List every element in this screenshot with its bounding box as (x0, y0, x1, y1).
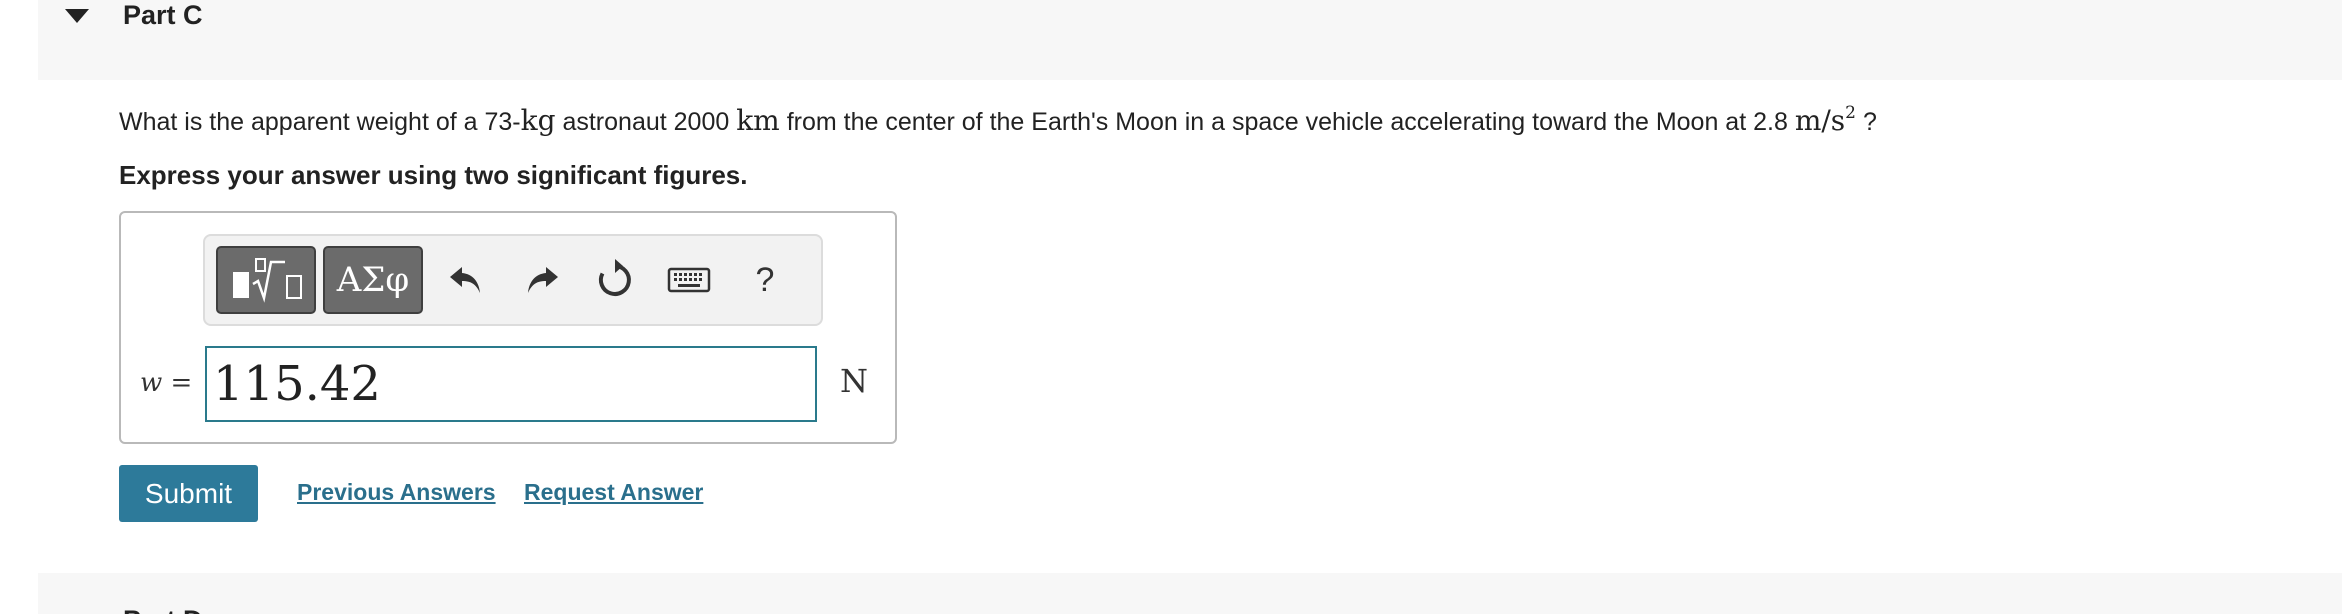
templates-button[interactable] (216, 246, 316, 314)
symbols-button[interactable]: ΑΣφ (323, 246, 423, 314)
answer-input[interactable]: 115.42 (205, 346, 817, 422)
undo-icon (450, 267, 480, 293)
collapse-toggle[interactable] (62, 4, 92, 28)
reset-icon (598, 259, 631, 296)
acceleration-unit-base: m/s (1794, 104, 1846, 137)
variable-symbol: w (140, 368, 163, 398)
question-text-part: from the center of the Earth's Moon in a… (779, 108, 1795, 136)
templates-icon (233, 258, 302, 303)
redo-icon (528, 267, 558, 293)
caret-down-icon (65, 9, 89, 23)
undo-button[interactable] (438, 252, 494, 308)
acceleration-unit: m/s2 (1795, 104, 1856, 137)
keyboard-icon (667, 267, 711, 293)
help-button[interactable]: ? (737, 252, 793, 308)
answer-unit: N (840, 362, 868, 400)
question-text-part: What is the apparent weight of a 73- (119, 108, 521, 136)
question-text-part: astronaut 2000 (555, 108, 737, 136)
question-text: What is the apparent weight of a 73-kg a… (119, 104, 1877, 137)
answer-variable-label: w = (140, 368, 192, 398)
part-header (38, 0, 2342, 80)
request-answer-link[interactable]: Request Answer (524, 479, 703, 506)
instruction-text: Express your answer using two significan… (119, 160, 748, 190)
reset-button[interactable] (587, 252, 643, 308)
distance-unit: km (736, 104, 780, 137)
equals-sign: = (162, 368, 193, 398)
part-title: Part C (123, 0, 203, 30)
next-part-title: Part D (123, 605, 203, 614)
previous-answers-link[interactable]: Previous Answers (297, 479, 496, 506)
next-part-header: Part D (38, 573, 2342, 614)
acceleration-unit-exponent: 2 (1845, 103, 1856, 123)
question-text-part: ? (1856, 108, 1877, 136)
redo-button[interactable] (514, 252, 570, 308)
keyboard-button[interactable] (661, 252, 717, 308)
mass-unit: kg (520, 104, 556, 137)
submit-button[interactable]: Submit (119, 465, 258, 522)
